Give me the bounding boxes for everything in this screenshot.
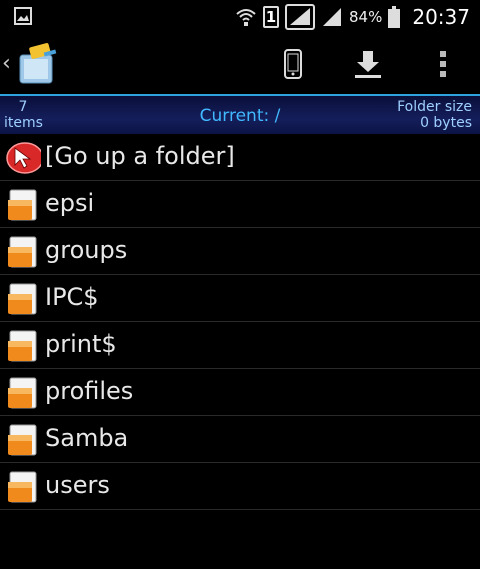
go-up-row[interactable]: [Go up a folder] [0, 134, 480, 181]
folder-icon [8, 189, 37, 221]
folder-icon [8, 330, 37, 362]
signal-icon [285, 3, 316, 30]
folder-row[interactable]: IPC$ [0, 275, 480, 322]
row-label: users [45, 471, 110, 499]
folder-row[interactable]: groups [0, 228, 480, 275]
folder-row[interactable]: epsi [0, 181, 480, 228]
folder-icon [8, 283, 37, 315]
folder-icon [8, 236, 37, 268]
folder-icon [8, 424, 37, 456]
go-up-icon [6, 142, 41, 174]
row-label: print$ [45, 330, 117, 358]
folder-size-value: 0 bytes [420, 115, 472, 131]
file-list: [Go up a folder] epsi groups IPC$ print$… [0, 134, 480, 510]
folder-row[interactable]: print$ [0, 322, 480, 369]
image-notification-icon [14, 7, 32, 25]
overflow-menu-icon [440, 51, 446, 77]
overflow-menu-button[interactable] [425, 47, 461, 81]
phone-icon [284, 49, 302, 79]
back-chevron-icon[interactable]: ‹ [2, 51, 11, 76]
action-bar: ‹ [0, 33, 480, 94]
row-label: IPC$ [45, 283, 99, 311]
folder-size: Folder size 0 bytes [397, 99, 472, 131]
row-label: profiles [45, 377, 134, 405]
download-button[interactable] [350, 47, 386, 81]
sim1-icon: 1 [263, 5, 280, 28]
wifi-icon [236, 8, 256, 26]
download-icon [355, 51, 381, 78]
clock: 20:37 [412, 4, 470, 29]
info-bar: 7 items Current: / Folder size 0 bytes [0, 96, 480, 134]
folder-row[interactable]: Samba [0, 416, 480, 463]
signal-icon [323, 7, 342, 26]
row-label: Samba [45, 424, 129, 452]
app-folder-icon[interactable] [14, 41, 60, 87]
battery-icon [388, 5, 401, 28]
row-label: [Go up a folder] [45, 142, 235, 170]
folder-icon [8, 377, 37, 409]
folder-icon [8, 471, 37, 503]
folder-row[interactable]: users [0, 463, 480, 510]
sim-slot-number: 1 [265, 7, 277, 26]
row-label: groups [45, 236, 128, 264]
folder-row[interactable]: profiles [0, 369, 480, 416]
row-label: epsi [45, 189, 95, 217]
battery-percent: 84% [349, 7, 383, 26]
phone-button[interactable] [275, 47, 311, 81]
status-bar: 1 84% 20:37 [0, 0, 480, 33]
folder-size-label: Folder size [397, 99, 472, 115]
